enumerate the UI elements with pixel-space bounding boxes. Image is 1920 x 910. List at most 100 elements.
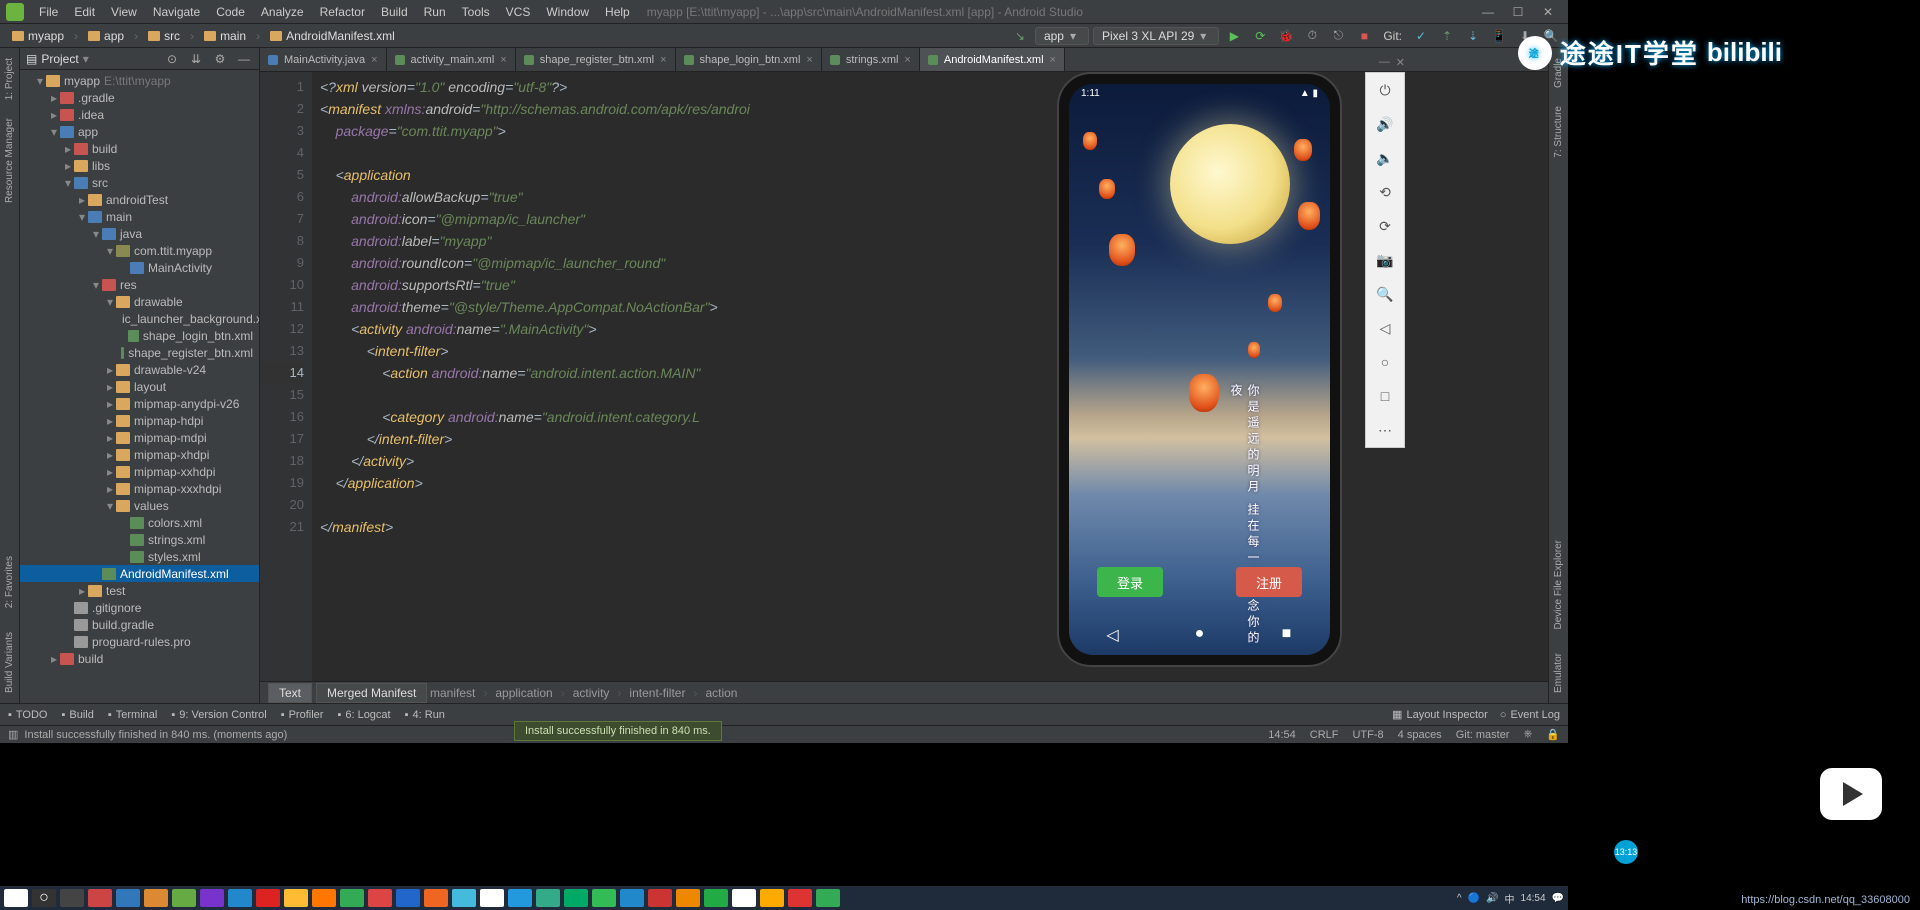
playback-scrubber[interactable]: 13:13 [1614, 840, 1638, 864]
minimize-button[interactable]: — [1474, 5, 1502, 19]
tree-node[interactable]: MainActivity [20, 259, 259, 276]
editor-crumb[interactable]: activity [573, 686, 610, 700]
device-screen[interactable]: 1:11 ▲ ▮ 你是遥远的明月 挂在每一个思念你的夜 登录 注册 ◁ ● ■ [1069, 84, 1330, 655]
tree-node[interactable]: ▾java [20, 225, 259, 242]
close-tab-icon[interactable]: × [660, 54, 666, 66]
tree-node[interactable]: ▾com.ttit.myapp [20, 242, 259, 259]
tree-node[interactable]: ▸build [20, 140, 259, 157]
tree-node[interactable]: ic_launcher_background.xml [20, 310, 259, 327]
toolwindow-button[interactable]: ▪TODO [8, 709, 47, 721]
toolwindow-button[interactable]: ▪Build [61, 709, 93, 721]
tree-node[interactable]: proguard-rules.pro [20, 633, 259, 650]
menu-refactor[interactable]: Refactor [313, 3, 372, 21]
task-view-button[interactable] [60, 889, 84, 907]
taskbar-app[interactable] [144, 889, 168, 907]
run-icon[interactable]: ▶ [1223, 25, 1245, 47]
breadcrumb-item[interactable]: src [142, 29, 186, 43]
editor-tab[interactable]: AndroidManifest.xml× [920, 48, 1065, 71]
editor-tab[interactable]: MainActivity.java× [260, 48, 387, 71]
taskbar-app[interactable] [508, 889, 532, 907]
build-variants-tab[interactable]: Build Variants [4, 628, 15, 697]
volume-up-icon[interactable]: 🔊 [1374, 113, 1396, 135]
taskbar-app[interactable] [536, 889, 560, 907]
toolwindow-button[interactable]: ▪4: Run [405, 709, 445, 721]
close-button[interactable]: ✕ [1534, 5, 1562, 19]
taskbar-app[interactable] [620, 889, 644, 907]
bilibili-play-icon[interactable] [1820, 768, 1882, 820]
tree-node[interactable]: ▸mipmap-anydpi-v26 [20, 395, 259, 412]
back-nav-icon[interactable]: ◁ [1103, 625, 1123, 645]
menu-navigate[interactable]: Navigate [146, 3, 207, 21]
menu-view[interactable]: View [104, 3, 144, 21]
tray-icon[interactable]: 🔊 [1486, 893, 1498, 904]
tree-node[interactable]: build.gradle [20, 616, 259, 633]
line-gutter[interactable]: 123456789101112131415161718192021 [260, 72, 312, 681]
git-update-icon[interactable]: ✓ [1410, 25, 1432, 47]
editor-crumb[interactable]: application [495, 686, 552, 700]
taskbar-app[interactable] [312, 889, 336, 907]
menu-edit[interactable]: Edit [67, 3, 102, 21]
breadcrumb-item[interactable]: AndroidManifest.xml [264, 29, 401, 43]
taskbar-app[interactable] [88, 889, 112, 907]
editor-tab[interactable]: shape_register_btn.xml× [516, 48, 676, 71]
toolwindow-button[interactable]: ▪9: Version Control [171, 709, 266, 721]
taskbar-app[interactable] [116, 889, 140, 907]
rotate-left-icon[interactable]: ⟲ [1374, 181, 1396, 203]
menu-help[interactable]: Help [598, 3, 637, 21]
tree-node[interactable]: ▸mipmap-hdpi [20, 412, 259, 429]
tree-node[interactable]: ▾src [20, 174, 259, 191]
structure-tab[interactable]: 7: Structure [1553, 102, 1564, 162]
menu-vcs[interactable]: VCS [499, 3, 538, 21]
tree-node[interactable]: ▸test [20, 582, 259, 599]
menu-file[interactable]: File [32, 3, 65, 21]
tree-node[interactable]: shape_login_btn.xml [20, 327, 259, 344]
code-editor[interactable]: <?xml version="1.0" encoding="utf-8"?><m… [312, 72, 1548, 681]
settings-icon[interactable]: ⚙ [211, 52, 229, 66]
project-toolwindow-tab[interactable]: 1: Project [4, 54, 15, 104]
line-separator[interactable]: CRLF [1310, 729, 1339, 741]
debug-icon[interactable]: 🐞 [1275, 25, 1297, 47]
home-nav-icon[interactable]: ● [1190, 625, 1210, 645]
taskbar-app[interactable] [284, 889, 308, 907]
tray-chevron-icon[interactable]: ^ [1457, 893, 1462, 904]
menu-run[interactable]: Run [417, 3, 453, 21]
recents-nav-icon[interactable]: ■ [1277, 625, 1297, 645]
event-log-button[interactable]: ○Event Log [1500, 709, 1560, 721]
emulator-minimize-button[interactable]: — [1379, 56, 1390, 69]
taskbar-app[interactable] [368, 889, 392, 907]
tree-node[interactable]: styles.xml [20, 548, 259, 565]
merged-manifest-tab[interactable]: Merged Manifest [316, 683, 427, 703]
lock-icon[interactable]: 🔒 [1546, 728, 1560, 741]
menu-window[interactable]: Window [539, 3, 596, 21]
tray-icon[interactable]: 💬 [1552, 893, 1564, 904]
tree-node[interactable]: ▸.gradle [20, 89, 259, 106]
power-icon[interactable]: ⏻ [1374, 79, 1396, 101]
attach-debugger-icon[interactable]: ⎋ [1327, 25, 1349, 47]
taskbar-app[interactable] [480, 889, 504, 907]
taskbar-app[interactable] [732, 889, 756, 907]
git-pull-icon[interactable]: ⇣ [1462, 25, 1484, 47]
taskbar-app[interactable] [256, 889, 280, 907]
tree-node[interactable]: ▸mipmap-xxxhdpi [20, 480, 259, 497]
git-push-icon[interactable]: ⇡ [1436, 25, 1458, 47]
home-icon[interactable]: ○ [1374, 351, 1396, 373]
taskbar-app[interactable] [564, 889, 588, 907]
toolwindow-button[interactable]: ▪Terminal [108, 709, 157, 721]
locate-icon[interactable]: ⊙ [163, 52, 181, 66]
editor-tab[interactable]: shape_login_btn.xml× [676, 48, 822, 71]
editor-crumb[interactable]: manifest [430, 686, 475, 700]
login-button[interactable]: 登录 [1097, 567, 1163, 597]
tree-node[interactable]: ▸build [20, 650, 259, 667]
taskbar-app[interactable] [172, 889, 196, 907]
close-tab-icon[interactable]: × [806, 54, 812, 66]
memory-indicator-icon[interactable]: ⎈ [1523, 728, 1532, 741]
breadcrumb-item[interactable]: myapp [6, 29, 70, 43]
search-button[interactable]: ○ [32, 889, 56, 907]
close-tab-icon[interactable]: × [371, 54, 377, 66]
tray-icon[interactable]: 🔵 [1468, 893, 1480, 904]
taskbar-app[interactable] [676, 889, 700, 907]
tree-node[interactable]: ▾values [20, 497, 259, 514]
screenshot-icon[interactable]: 📷 [1374, 249, 1396, 271]
start-button[interactable] [4, 889, 28, 907]
tree-node[interactable]: ▸androidTest [20, 191, 259, 208]
